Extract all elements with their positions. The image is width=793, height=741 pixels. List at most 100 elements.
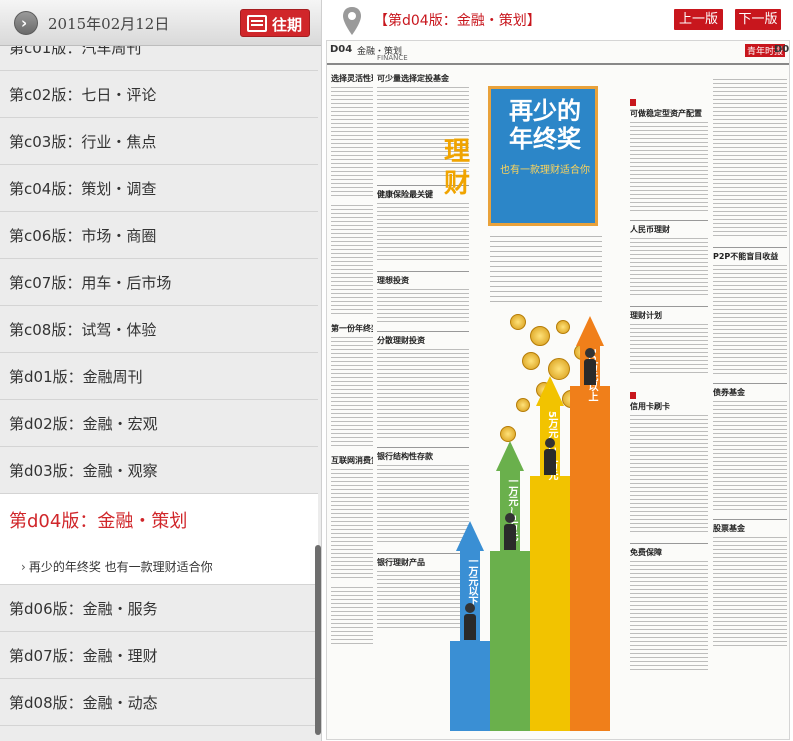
edition-item[interactable]: 第d02版：金融・宏观 bbox=[0, 400, 318, 447]
past-issues-label: 往期 bbox=[272, 16, 303, 34]
step-arrow bbox=[496, 441, 524, 471]
person-figure bbox=[464, 603, 476, 640]
edition-item[interactable]: 第c04版：策划・调查 bbox=[0, 165, 318, 212]
column-right: 可做稳定型资产配置 人民币理财 理财计划 信用卡刷卡 免费保障 bbox=[630, 89, 708, 679]
coin-icon bbox=[530, 326, 550, 346]
rubric-tag bbox=[630, 392, 636, 399]
section-english: FINANCE bbox=[377, 54, 408, 62]
date-header: › 2015年02月12日 往期 bbox=[0, 0, 321, 46]
coin-icon bbox=[522, 352, 540, 370]
article-text bbox=[630, 324, 708, 374]
headline: 第一份年终奖 bbox=[331, 324, 373, 333]
edition-item-label: 第c04版：策划・调查 bbox=[9, 179, 157, 198]
headline: 选择灵活性理财 bbox=[331, 74, 373, 83]
column-left: 选择灵活性理财 第一份年终奖 互联网消费贷款 bbox=[331, 73, 373, 655]
edition-item-label: 第c07版：用车・后市场 bbox=[9, 273, 172, 292]
edition-item-label: 第c03版：行业・焦点 bbox=[9, 132, 157, 151]
headline: 可做稳定型资产配置 bbox=[630, 109, 702, 118]
coin-icon bbox=[510, 314, 526, 330]
past-issues-button[interactable]: 往期 bbox=[240, 9, 310, 37]
infographic: 理财 再少的年终奖 也有一款理财适合你 一万元以下 一万元~5万元 bbox=[430, 76, 625, 731]
intro-text bbox=[490, 236, 602, 306]
person-figure bbox=[544, 438, 556, 475]
coin-icon bbox=[500, 426, 516, 442]
edition-item[interactable]: 第d01版：金融周刊 bbox=[0, 353, 318, 400]
edition-panel: 第c01版：汽车周刊 第c02版：七日・评论 第c03版：行业・焦点 第c04版：策划… bbox=[0, 0, 322, 741]
edition-list: 第c01版：汽车周刊 第c02版：七日・评论 第c03版：行业・焦点 第c04版：策划… bbox=[0, 24, 318, 726]
headline: 人民币理财 bbox=[630, 220, 708, 235]
issue-date: 2015年02月12日 bbox=[48, 15, 170, 33]
edition-item[interactable]: 第d03版：金融・观察 bbox=[0, 447, 318, 494]
article-text bbox=[713, 537, 787, 647]
prev-page-button[interactable]: 上一版 bbox=[674, 9, 723, 30]
page-viewer: 【第d04版：金融・策划】 上一版 下一版 D04 金融・策划 FINANCE … bbox=[322, 0, 793, 741]
next-page-button[interactable]: 下一版 bbox=[735, 9, 781, 30]
headline: P2P不能盲目收益 bbox=[713, 247, 787, 262]
edition-item[interactable]: 第d07版：金融・理财 bbox=[0, 632, 318, 679]
rubric-tag bbox=[630, 99, 636, 106]
article-text bbox=[331, 469, 373, 579]
article-text bbox=[630, 122, 708, 212]
edition-item-label: 第d06版：金融・服务 bbox=[9, 599, 158, 618]
edition-item-label: 第c02版：七日・评论 bbox=[9, 85, 157, 104]
edition-item[interactable]: 第d08版：金融・动态 bbox=[0, 679, 318, 726]
article-title: 再少的年终奖 也有一款理财适合你 bbox=[28, 560, 213, 574]
page-code-left: D04 bbox=[330, 44, 353, 55]
edition-item[interactable]: 第c06版：市场・商圈 bbox=[0, 212, 318, 259]
coin-icon bbox=[516, 398, 530, 412]
headline: 理财计划 bbox=[630, 306, 708, 321]
edition-item-label: 第c06版：市场・商圈 bbox=[9, 226, 157, 245]
chevron-right-icon: › bbox=[21, 560, 26, 574]
article-text bbox=[331, 87, 373, 197]
edition-item[interactable]: 第c08版：试驾・体验 bbox=[0, 306, 318, 353]
infographic-subtitle: 也有一款理财适合你 bbox=[500, 165, 590, 176]
article-text bbox=[630, 561, 708, 671]
edition-item-label: 第d01版：金融周刊 bbox=[9, 367, 143, 386]
headline: 股票基金 bbox=[713, 519, 787, 534]
edition-item-label: 第d03版：金融・观察 bbox=[9, 461, 158, 480]
location-pin-icon bbox=[343, 7, 361, 35]
side-word: 理财 bbox=[444, 137, 471, 199]
edition-item[interactable]: 第d06版：金融・服务 bbox=[0, 585, 318, 632]
step-arrow bbox=[456, 521, 484, 551]
article-text bbox=[713, 401, 787, 511]
step-bar bbox=[530, 476, 570, 731]
headline: 互联网消费贷款 bbox=[331, 456, 373, 465]
edition-item[interactable]: 第c07版：用车・后市场 bbox=[0, 259, 318, 306]
page-code-right: D05 bbox=[774, 44, 790, 55]
column-far-right: P2P不能盲目收益 债券基金 股票基金 bbox=[713, 79, 787, 655]
headline: 债券基金 bbox=[713, 383, 787, 398]
article-text bbox=[331, 337, 373, 447]
edition-item[interactable]: 第c03版：行业・焦点 bbox=[0, 118, 318, 165]
edition-item-active[interactable]: 第d04版：金融・策划 › 再少的年终奖 也有一款理财适合你 bbox=[0, 494, 318, 585]
step-bar bbox=[490, 551, 530, 731]
step-label: 一万元以下 bbox=[466, 556, 477, 606]
title-box: 再少的年终奖 也有一款理财适合你 bbox=[488, 86, 598, 226]
edition-item-label: 第d04版：金融・策划 bbox=[9, 511, 188, 532]
step-arrow bbox=[576, 316, 604, 346]
edition-item[interactable]: 第c02版：七日・评论 bbox=[0, 71, 318, 118]
infographic-title: 再少的年终奖 bbox=[509, 97, 581, 153]
article-text bbox=[630, 238, 708, 298]
newspaper-page-image[interactable]: D04 金融・策划 FINANCE 青年时报 D05 选择灵活性理财 第一份年终… bbox=[326, 40, 790, 740]
article-text bbox=[713, 265, 787, 375]
step-arrow bbox=[536, 376, 564, 406]
person-figure bbox=[584, 348, 596, 385]
edition-item-label: 第d02版：金融・宏观 bbox=[9, 414, 158, 433]
edition-item-label: 第d07版：金融・理财 bbox=[9, 646, 158, 665]
person-figure bbox=[504, 513, 516, 550]
coin-icon bbox=[556, 320, 570, 334]
step-bar bbox=[450, 641, 490, 731]
newspaper-header: D04 金融・策划 FINANCE 青年时报 D05 bbox=[327, 41, 790, 65]
calendar-icon bbox=[247, 15, 267, 32]
edition-item-label: 第d08版：金融・动态 bbox=[9, 693, 158, 712]
edition-list-scrollbar[interactable] bbox=[315, 545, 321, 735]
article-text bbox=[713, 79, 787, 239]
article-text bbox=[331, 587, 373, 647]
back-arrow-button[interactable]: › bbox=[14, 11, 38, 35]
current-page-name: 【第d04版：金融・策划】 bbox=[374, 13, 541, 29]
headline: 信用卡刷卡 bbox=[630, 402, 670, 411]
article-link[interactable]: › 再少的年终奖 也有一款理财适合你 bbox=[21, 558, 318, 575]
headline: 免费保障 bbox=[630, 543, 708, 558]
edition-item-label: 第c08版：试驾・体验 bbox=[9, 320, 157, 339]
